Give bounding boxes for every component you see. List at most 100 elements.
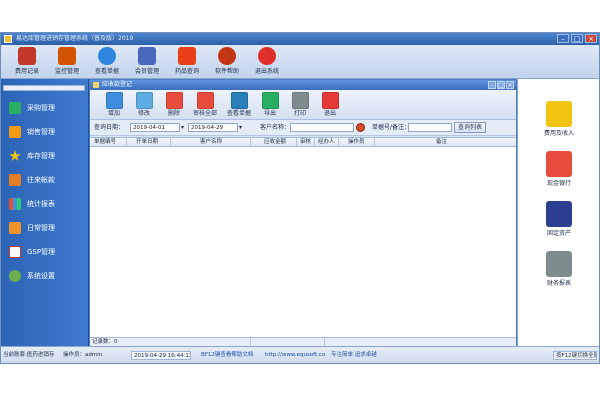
print-button[interactable]: 打印	[286, 92, 314, 118]
notebook-icon	[18, 47, 36, 65]
delete-icon	[165, 92, 183, 109]
nav-item-settings[interactable]: 系统设置	[1, 265, 89, 287]
date-from-field[interactable]: 2019-04-01	[130, 123, 180, 132]
add-button[interactable]: 增加	[100, 92, 128, 118]
maximize-button[interactable]: □	[571, 34, 583, 43]
col-remark[interactable]: 备注	[436, 139, 447, 146]
filter-bar: 查询日期： 2019-04-01 ▾ 2019-04-29 ▾ 客户名称： 单据…	[90, 120, 516, 136]
col-separator	[126, 138, 127, 147]
view-doc-icon	[230, 92, 248, 109]
shortcut-financial-report[interactable]: 财务报表	[518, 251, 599, 299]
help-icon	[218, 47, 236, 65]
nav-item-daily[interactable]: 日常管理	[1, 217, 89, 239]
status-website-link[interactable]: http://www.equsoft.com/	[265, 351, 325, 360]
receivable-grid[interactable]: 单据编号 开单日期 客户名称 应收金额 审核 经办人 操作员 备注	[90, 137, 516, 337]
nav-item-gsp[interactable]: GSP管理	[1, 241, 89, 263]
col-handler[interactable]: 经办人	[318, 139, 335, 146]
nav-item-sales[interactable]: 销售管理	[1, 121, 89, 143]
date-to-field[interactable]: 2019-04-29	[188, 123, 238, 132]
col-separator	[338, 138, 339, 147]
toolbar-monitor-button[interactable]: 监控管理	[47, 47, 87, 77]
report-icon	[546, 251, 572, 277]
child-maximize-button[interactable]: □	[497, 81, 505, 89]
nav-item-purchase[interactable]: 采购管理	[1, 97, 89, 119]
col-approved[interactable]: 审核	[300, 139, 311, 146]
col-separator	[314, 138, 315, 147]
child-window-controls: – □ ×	[488, 81, 514, 89]
gsp-icon	[9, 246, 21, 258]
app-logo-icon	[4, 35, 12, 43]
nav-item-inventory[interactable]: 库存管理	[1, 145, 89, 167]
left-nav-panel: 采购管理 销售管理 库存管理 往来帐款 统计报表 日常管理 GSP管理 系统设置	[1, 79, 89, 346]
edit-doc-icon	[135, 92, 153, 109]
col-separator	[296, 138, 297, 147]
star-icon	[9, 150, 21, 161]
status-fullscreen-hint: 按F12键切换全屏幕	[553, 351, 597, 360]
toolbar-view-docs-button[interactable]: 查看单据	[87, 47, 127, 77]
status-company: 当前账套:医药进销存	[3, 352, 55, 358]
shortcut-expense-income[interactable]: 费用及收入	[518, 101, 599, 149]
col-customer[interactable]: 客户名称	[200, 139, 222, 146]
customer-name-input[interactable]	[290, 123, 354, 132]
status-slogan: 专注简单 追求卓越	[331, 352, 377, 358]
app-window: 易达库管理进销存管理系统（普及版）2019 – □ × 费用记录 监控管理 查看…	[0, 32, 600, 364]
toolbar-help-button[interactable]: 软件帮助	[207, 47, 247, 77]
status-datetime: 2019-04-29 16:44:13	[131, 351, 191, 360]
shortcut-fixed-assets[interactable]: 固定资产	[518, 201, 599, 249]
child-close-button[interactable]: ×	[506, 81, 514, 89]
col-date[interactable]: 开单日期	[136, 139, 158, 146]
receivable-toolbar: 增加 修改 删除 审核全部 查看单据 导出 打印 退出	[90, 90, 516, 120]
nav-item-reports[interactable]: 统计报表	[1, 193, 89, 215]
main-toolbar: 费用记录 监控管理 查看单据 会员管理 药品查询 软件帮助 退出系统	[1, 45, 599, 79]
query-list-button[interactable]: 查询列表	[454, 122, 487, 133]
customer-name-label: 客户名称：	[260, 124, 291, 131]
window-icon	[93, 82, 99, 88]
col-docno[interactable]: 单据编号	[94, 139, 116, 146]
briefcase-icon	[9, 222, 21, 234]
receivable-window-titlebar: 应收款登记 – □ ×	[90, 80, 516, 90]
export-button[interactable]: 导出	[256, 92, 284, 118]
users-icon	[138, 47, 156, 65]
customer-search-icon[interactable]	[356, 123, 365, 132]
add-doc-icon	[105, 92, 123, 109]
col-operator[interactable]: 操作员	[348, 139, 365, 146]
calendar-from-icon[interactable]: ▾	[181, 124, 184, 131]
view-doc-button[interactable]: 查看单据	[222, 92, 256, 118]
col-separator	[374, 138, 375, 147]
approve-all-icon	[196, 92, 214, 109]
gear-icon	[9, 270, 21, 282]
col-separator	[250, 138, 251, 147]
window-title: 易达库管理进销存管理系统（普及版）2019	[16, 35, 134, 42]
child-minimize-button[interactable]: –	[488, 81, 496, 89]
medicine-icon	[178, 47, 196, 65]
minimize-button[interactable]: –	[557, 34, 569, 43]
shortcut-cash-bank[interactable]: 现金银行	[518, 151, 599, 199]
right-shortcut-panel: 费用及收入 现金银行 固定资产 财务报表	[517, 79, 599, 346]
docno-remark-input[interactable]	[408, 123, 452, 132]
edit-button[interactable]: 修改	[130, 92, 158, 118]
col-separator	[170, 138, 171, 147]
status-help-link[interactable]: BF12键查看帮助文档	[201, 351, 263, 360]
cash-bank-icon	[546, 151, 572, 177]
approve-all-button[interactable]: 审核全部	[188, 92, 222, 118]
grid-monitor-icon	[58, 47, 76, 65]
money-icon	[9, 174, 21, 186]
toolbar-members-button[interactable]: 会员管理	[127, 47, 167, 77]
receivable-window: 应收款登记 – □ × 增加 修改 删除 审核全部 查看单据 导出 打印 退出 …	[89, 79, 517, 347]
toolbar-medicine-query-button[interactable]: 药品查询	[167, 47, 207, 77]
calendar-to-icon[interactable]: ▾	[239, 124, 242, 131]
sales-icon	[9, 126, 21, 138]
exit-button[interactable]: 退出	[316, 92, 344, 118]
nav-item-accounts[interactable]: 往来帐款	[1, 169, 89, 191]
col-amount[interactable]: 应收金额	[264, 139, 286, 146]
power-icon	[258, 47, 276, 65]
close-button[interactable]: ×	[585, 34, 597, 43]
title-bar: 易达库管理进销存管理系统（普及版）2019 – □ ×	[1, 33, 599, 45]
window-controls: – □ ×	[557, 34, 597, 43]
grid-header: 单据编号 开单日期 客户名称 应收金额 审核 经办人 操作员 备注	[90, 138, 516, 147]
plus-icon	[9, 102, 21, 114]
delete-button[interactable]: 删除	[160, 92, 188, 118]
toolbar-exit-system-button[interactable]: 退出系统	[247, 47, 287, 77]
toolbar-expense-record-button[interactable]: 费用记录	[7, 47, 47, 77]
export-icon	[261, 92, 279, 109]
